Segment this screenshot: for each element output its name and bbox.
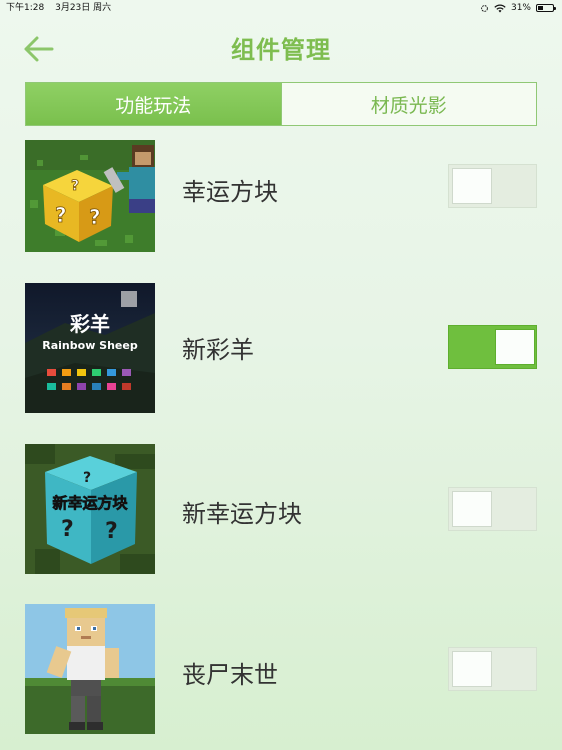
svg-text:Rainbow Sheep: Rainbow Sheep <box>42 339 138 352</box>
svg-text:?: ? <box>71 178 79 194</box>
list-item: ? ? ? 幸运方块 <box>0 140 562 270</box>
item-name: 丧尸末世 <box>182 661 278 689</box>
header: 组件管理 <box>0 24 562 74</box>
status-left: 下午1:28 3月23日 周六 <box>6 0 119 16</box>
tab-bar: 功能玩法 材质光影 <box>25 82 537 126</box>
wifi-icon <box>494 3 506 12</box>
status-time: 下午1:28 <box>6 3 45 13</box>
list-item: 丧尸末世 <box>0 604 562 734</box>
svg-text:?: ? <box>83 470 91 486</box>
battery-percent: 31% <box>510 3 531 13</box>
rainbow-sheep-image: 彩羊 Rainbow Sheep <box>25 283 155 413</box>
toggle-knob <box>452 168 492 204</box>
toggle-switch[interactable] <box>448 325 537 369</box>
toggle-knob <box>452 651 492 687</box>
location-icon <box>481 4 488 12</box>
toggle-switch[interactable] <box>448 164 537 208</box>
list-item: 彩羊 Rainbow Sheep 新彩羊 <box>0 283 562 413</box>
svg-text:?: ? <box>89 205 101 229</box>
status-date: 3月23日 周六 <box>55 3 112 13</box>
toggle-switch[interactable] <box>448 487 537 531</box>
item-name: 新幸运方块 <box>182 500 302 528</box>
status-bar: 下午1:28 3月23日 周六 31% <box>0 0 562 16</box>
toggle-knob <box>452 491 492 527</box>
zombie-apocalypse-image <box>25 604 155 734</box>
svg-text:?: ? <box>55 203 67 227</box>
item-name: 新彩羊 <box>182 336 254 364</box>
tab-textures-shaders[interactable]: 材质光影 <box>280 83 537 125</box>
tab-gameplay[interactable]: 功能玩法 <box>26 83 281 125</box>
list-item: ? ? ? 新幸运方块 新幸运方块 <box>0 444 562 574</box>
item-name: 幸运方块 <box>182 178 278 206</box>
svg-text:新幸运方块: 新幸运方块 <box>52 494 128 512</box>
status-right: 31% <box>480 0 556 16</box>
svg-text:?: ? <box>105 519 118 544</box>
toggle-knob <box>495 329 535 365</box>
new-lucky-block-image: ? ? ? 新幸运方块 <box>25 444 155 574</box>
page-title: 组件管理 <box>231 36 331 64</box>
svg-text:?: ? <box>61 517 74 542</box>
toggle-switch[interactable] <box>448 647 537 691</box>
svg-text:彩羊: 彩羊 <box>69 312 110 336</box>
battery-icon <box>536 4 556 12</box>
lucky-block-image: ? ? ? <box>25 140 155 252</box>
